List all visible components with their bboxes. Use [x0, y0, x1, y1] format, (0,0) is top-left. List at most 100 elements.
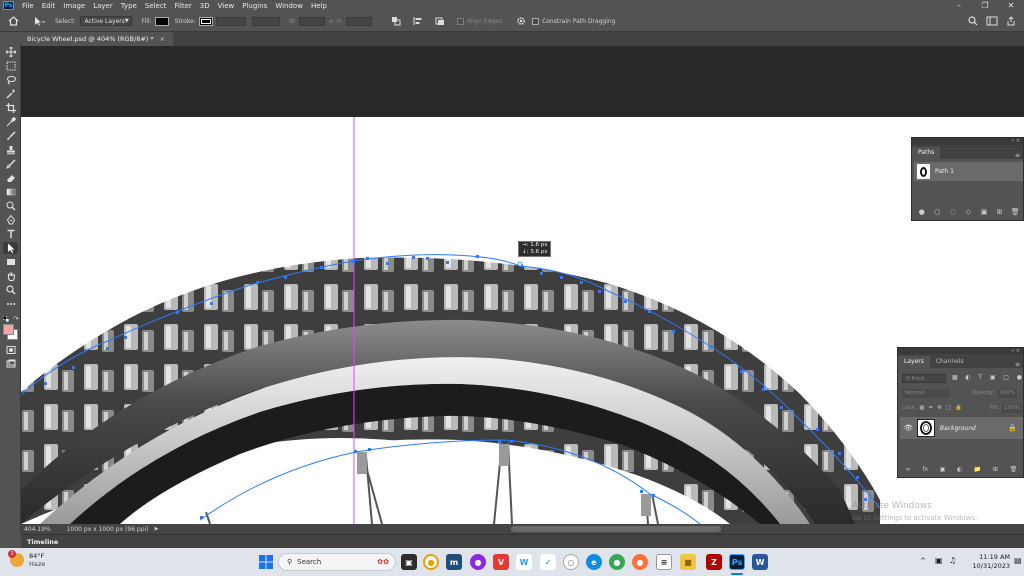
photoshop-logo-icon[interactable]: Ps — [3, 1, 14, 10]
blend-mode-dropdown[interactable]: Normal — [902, 389, 950, 398]
search-icon[interactable] — [968, 16, 978, 28]
fill-swatch[interactable] — [154, 16, 169, 26]
gradient-tool-icon[interactable] — [3, 186, 18, 198]
marquee-tool-icon[interactable] — [3, 60, 18, 72]
status-arrow-icon[interactable]: ▶ — [155, 526, 159, 532]
zoom-level[interactable]: 404.19% — [24, 526, 51, 533]
selected-anchor[interactable] — [517, 261, 523, 267]
filter-kind-dropdown[interactable]: ⚲ Kind — [902, 374, 946, 383]
menu-view[interactable]: View — [214, 2, 239, 10]
layer-style-icon[interactable]: fx — [922, 466, 928, 473]
document-tab[interactable]: Bicycle Wheel.psd @ 404% (RGB/8#) * × — [21, 32, 174, 46]
pen-tool-icon[interactable] — [3, 214, 18, 226]
path-arrangement-icon[interactable] — [435, 16, 445, 26]
vivaldi-icon[interactable]: V — [493, 554, 509, 570]
adjustment-layer-icon[interactable]: ◐ — [957, 466, 962, 473]
new-path-icon[interactable]: ⊞ — [995, 208, 1004, 217]
panel-menu-icon[interactable]: ≡ — [1015, 152, 1023, 159]
menu-3d[interactable]: 3D — [196, 2, 214, 10]
path-selection-tool-icon[interactable] — [3, 242, 18, 254]
tab-channels[interactable]: Channels — [930, 356, 970, 368]
fill-field[interactable]: 100% — [1002, 404, 1022, 413]
zoom-tool-icon[interactable] — [3, 284, 18, 296]
filezilla-icon[interactable]: Z — [706, 554, 722, 570]
network-icon[interactable]: ▣ — [935, 556, 943, 565]
close-tab-icon[interactable]: × — [160, 35, 165, 43]
type-filter-icon[interactable]: T — [978, 374, 982, 383]
menu-type[interactable]: Type — [117, 2, 141, 10]
shape-filter-icon[interactable]: ▣ — [990, 374, 996, 383]
home-icon[interactable] — [8, 16, 19, 26]
brush-tool-icon[interactable] — [3, 130, 18, 142]
restore-icon[interactable]: ❐ — [972, 0, 998, 11]
layer-row-background[interactable]: 👁 Background 🔒 — [900, 417, 1023, 439]
stroke-path-icon[interactable]: ○ — [933, 208, 942, 217]
hand-tool-icon[interactable] — [3, 270, 18, 282]
opacity-field[interactable]: 100% — [997, 389, 1018, 398]
volume-icon[interactable]: ♫ — [949, 556, 956, 565]
new-group-icon[interactable]: 📁 — [974, 466, 981, 473]
app-icon-3[interactable]: ● — [470, 554, 486, 570]
pasteboard[interactable]: →: 1.6 px ↓: 3.6 px — [21, 46, 1024, 524]
path-alignment-icon[interactable] — [413, 16, 423, 26]
filter-toggle-icon[interactable]: ● — [1017, 374, 1022, 383]
menu-help[interactable]: Help — [307, 2, 331, 10]
adjustment-filter-icon[interactable]: ◐ — [965, 374, 970, 383]
app-icon-1[interactable]: ● — [423, 554, 439, 570]
start-icon[interactable] — [258, 554, 274, 570]
load-as-selection-icon[interactable]: ◌ — [948, 208, 957, 217]
menu-window[interactable]: Window — [271, 2, 307, 10]
magic-wand-tool-icon[interactable] — [3, 88, 18, 100]
stroke-swatch[interactable] — [198, 16, 213, 26]
lock-position-icon[interactable]: ✥ — [937, 404, 942, 413]
weather-widget[interactable]: 1 84°F Haze — [8, 550, 45, 568]
app-icon-4[interactable]: W — [516, 554, 532, 570]
quick-mask-icon[interactable] — [3, 344, 18, 356]
foreground-color-swatch[interactable] — [3, 324, 14, 335]
word-icon[interactable]: W — [752, 554, 768, 570]
collapse-layers-icon[interactable]: » × — [898, 348, 1023, 354]
path-operations-icon[interactable] — [391, 16, 401, 26]
tab-paths[interactable]: Paths — [912, 147, 941, 159]
path-row[interactable]: Path 1 — [914, 162, 1023, 181]
stamp-tool-icon[interactable] — [3, 144, 18, 156]
tab-layers[interactable]: Layers — [898, 356, 930, 368]
fill-path-icon[interactable]: ● — [917, 208, 926, 217]
workspace-icon[interactable] — [986, 16, 998, 28]
chrome-icon[interactable]: ● — [609, 554, 625, 570]
gear-icon[interactable] — [516, 16, 526, 26]
menu-image[interactable]: Image — [59, 2, 89, 10]
firefox-icon[interactable]: ● — [632, 554, 648, 570]
pixel-filter-icon[interactable]: ▦ — [952, 374, 958, 383]
swap-colors-icon[interactable]: ↷ — [13, 315, 19, 323]
minimize-icon[interactable]: – — [946, 0, 972, 11]
share-icon[interactable] — [1006, 16, 1016, 28]
task-view-icon[interactable]: ▣ — [401, 554, 417, 570]
stroke-type-dropdown[interactable] — [251, 16, 280, 26]
select-dropdown[interactable]: Active Layers ▼ — [79, 16, 132, 26]
link-layers-icon[interactable]: ∞ — [906, 466, 911, 473]
screen-mode-icon[interactable] — [3, 358, 18, 370]
move-tool-icon[interactable] — [3, 46, 18, 58]
link-icon[interactable]: ∞ — [328, 18, 333, 25]
menu-filter[interactable]: Filter — [170, 2, 195, 10]
menu-file[interactable]: File — [18, 2, 38, 10]
document-size[interactable]: 1000 px x 1000 px (96 ppi) — [67, 526, 149, 533]
height-field[interactable] — [345, 16, 372, 26]
notification-icon[interactable]: ▤ — [1014, 556, 1022, 565]
menu-edit[interactable]: Edit — [38, 2, 60, 10]
new-layer-icon[interactable]: ⊞ — [993, 466, 998, 473]
lock-transparent-icon[interactable]: ▦ — [919, 404, 924, 413]
dodge-tool-icon[interactable] — [3, 200, 18, 212]
eye-icon[interactable]: 👁 — [904, 424, 913, 432]
calculator-icon[interactable]: ≡ — [656, 554, 672, 570]
taskbar-search[interactable]: ⚲ Search ✿✿ — [278, 553, 396, 571]
path-selection-tool-preset-icon[interactable] — [33, 16, 45, 26]
align-edges-checkbox[interactable] — [456, 17, 464, 25]
app-icon-2[interactable]: m — [446, 554, 462, 570]
file-explorer-icon[interactable]: ■ — [680, 554, 696, 570]
document-canvas[interactable] — [21, 117, 1024, 524]
horizontal-scrollbar[interactable] — [511, 526, 721, 532]
lock-all-icon[interactable]: 🔒 — [955, 404, 962, 413]
eyedropper-tool-icon[interactable] — [3, 116, 18, 128]
